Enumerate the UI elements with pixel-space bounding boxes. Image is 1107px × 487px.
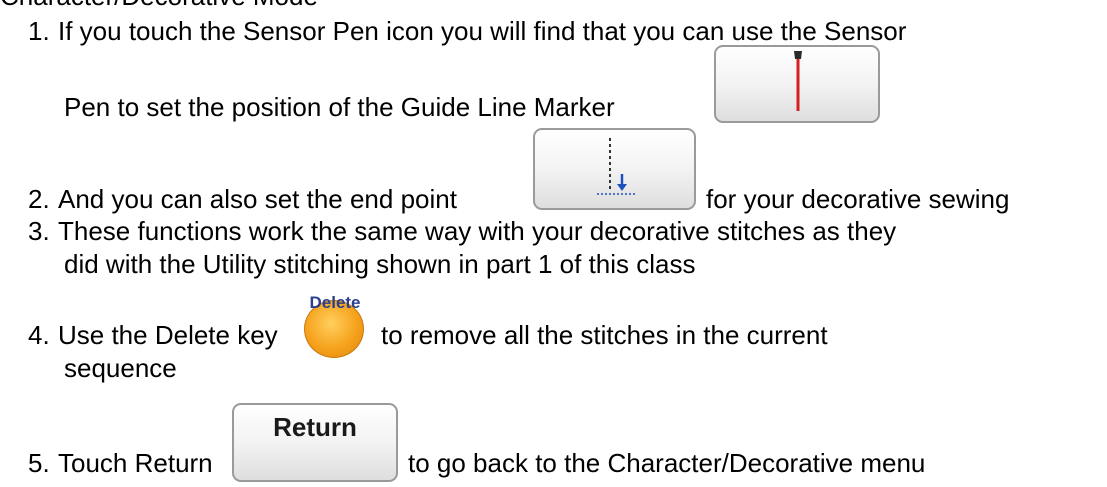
list-item-1: 1. If you touch the Sensor Pen icon you w…	[28, 16, 906, 46]
list-number: 1.	[28, 16, 50, 46]
list-item-4-sequence: sequence	[64, 353, 177, 383]
return-label: Return	[273, 412, 357, 442]
item-text: did with the Utility stitching shown in …	[64, 249, 696, 279]
return-button-icon: Return	[232, 403, 398, 482]
item-text: If you touch the Sensor Pen icon you wil…	[58, 16, 907, 46]
heading-text: Character/Decorative Mode	[0, 0, 318, 11]
list-item-5-continued: to go back to the Character/Decorative m…	[408, 448, 925, 478]
list-item-2-continued: for your decorative sewing	[706, 184, 1009, 214]
heading-fragment: Character/Decorative Mode	[0, 0, 400, 12]
end-point-icon	[533, 128, 696, 210]
item-text: to go back to the Character/Decorative m…	[408, 448, 926, 478]
item-text: to remove all the stitches in the curren…	[381, 320, 828, 350]
sensor-pen-guide-line-marker-icon	[714, 45, 880, 123]
list-item-3-continued: did with the Utility stitching shown in …	[64, 249, 696, 279]
item-text: Touch Return	[58, 448, 213, 478]
list-item-1-continued: Pen to set the position of the Guide Lin…	[64, 92, 615, 122]
item-text: Pen to set the position of the Guide Lin…	[64, 92, 615, 122]
list-number: 3.	[28, 216, 50, 246]
list-item-5: 5. Touch Return	[28, 448, 213, 478]
list-item-4: 4. Use the Delete key	[28, 320, 278, 350]
list-item-2: 2. And you can also set the end point	[28, 184, 457, 214]
item-text: sequence	[64, 353, 177, 383]
list-item-3: 3. These functions work the same way with…	[28, 216, 896, 246]
list-number: 5.	[28, 448, 50, 478]
item-text: These functions work the same way with y…	[58, 216, 897, 246]
list-number: 2.	[28, 184, 50, 214]
list-number: 4.	[28, 320, 50, 350]
item-text: Use the Delete key	[58, 320, 278, 350]
delete-key-icon: Delete	[297, 294, 373, 358]
list-item-4-continued: to remove all the stitches in the curren…	[381, 320, 828, 350]
delete-label: Delete	[309, 293, 361, 312]
item-text: And you can also set the end point	[58, 184, 457, 214]
item-text: for your decorative sewing	[706, 184, 1010, 214]
